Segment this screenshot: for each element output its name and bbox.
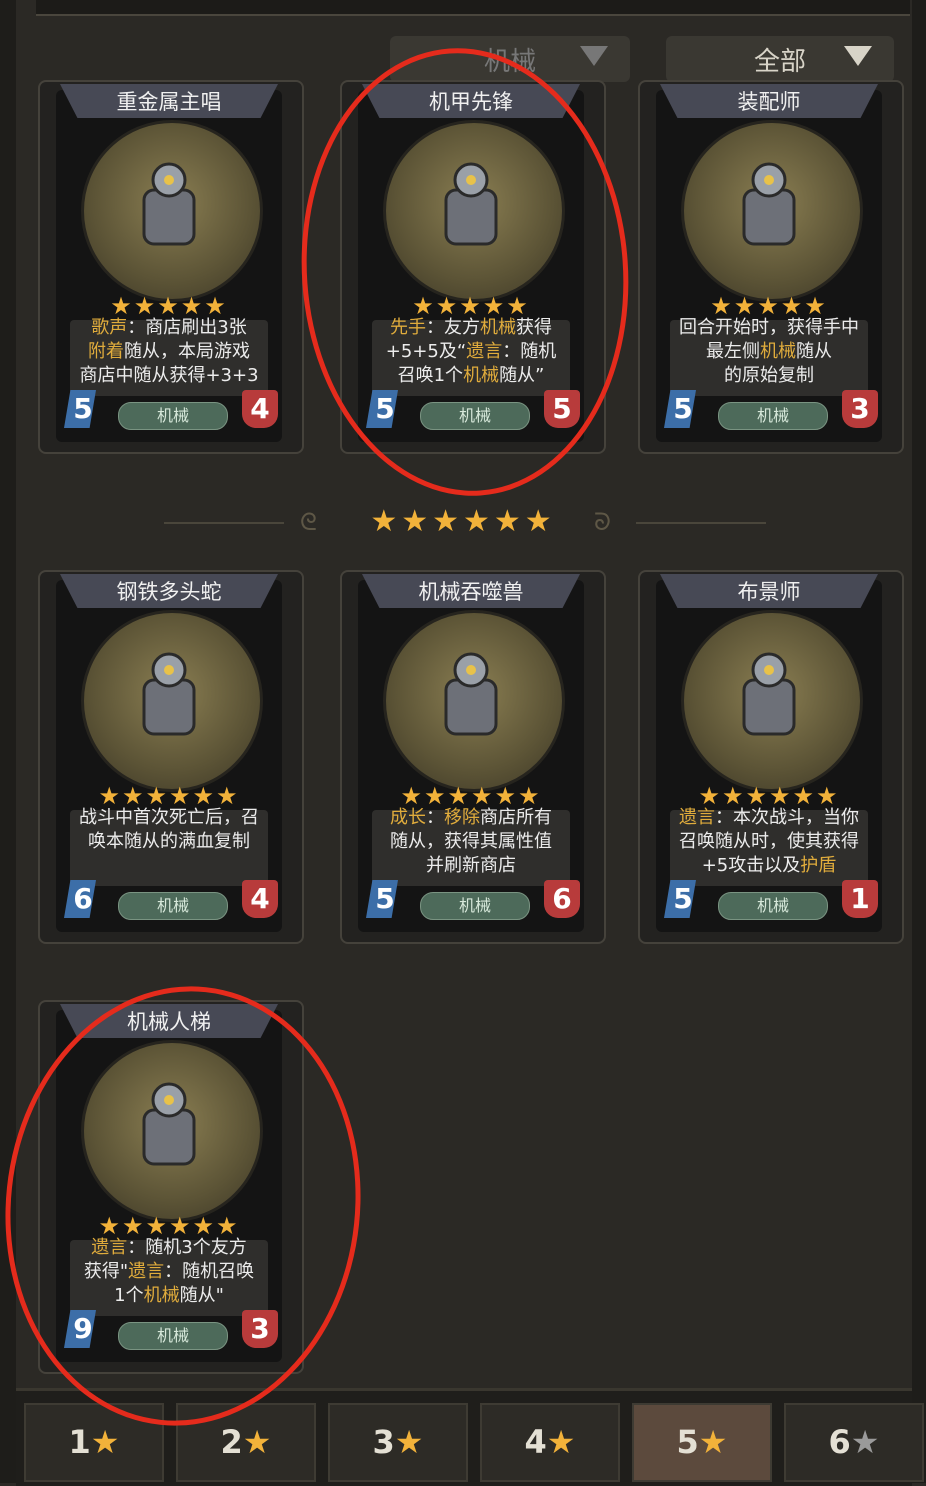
- keyword-text: 遗言: [679, 807, 715, 828]
- description-line: 商店中随从获得+3+3: [64, 364, 274, 388]
- divider-ornament-right-icon: ᘐ: [594, 508, 611, 536]
- card-description: 歌声：商店刷出3张 附着随从，本局游戏 商店中随从获得+3+3: [64, 316, 274, 388]
- tribe-tag: 机械: [118, 892, 228, 920]
- description-line: 召唤随从时，使其获得: [664, 830, 874, 854]
- attack-value: 5: [375, 882, 395, 915]
- description-text: ：: [426, 807, 444, 828]
- tier-tab-5[interactable]: 5★: [632, 1403, 772, 1482]
- scope-filter-label: 全部: [753, 46, 806, 77]
- top-strip: [36, 0, 910, 16]
- card-description: 遗言：本次战斗，当你 召唤随从时，使其获得 +5攻击以及护盾: [664, 806, 874, 878]
- description-text: ：商店刷出3张: [127, 317, 247, 338]
- tier-divider: ᘓ ★★★★★★ ᘐ: [0, 504, 926, 540]
- card-name: 钢铁多头蛇: [116, 580, 222, 604]
- keyword-text: 附着: [88, 341, 124, 362]
- description-text: 随从，本局游戏: [124, 341, 250, 362]
- star-icon: ★: [546, 1423, 576, 1461]
- minion-card[interactable]: 机械吞噬兽 ★★★★★★ 成长：移除商店所有 随从，获得其属性值 并刷新商店 5 6 机械: [340, 570, 606, 950]
- health-value: 1: [850, 882, 870, 915]
- card-name: 布景师: [737, 580, 801, 604]
- minion-card[interactable]: 重金属主唱 ★★★★★ 歌声：商店刷出3张 附着随从，本局游戏 商店中随从获得+3+3 5…: [38, 80, 304, 460]
- attack-value: 5: [673, 392, 693, 425]
- description-line: 回合开始时，获得手中: [664, 316, 874, 340]
- star-icon: ★: [242, 1423, 272, 1461]
- description-text: +5攻击以及: [701, 855, 801, 876]
- tier-tab-4[interactable]: 4★: [480, 1403, 620, 1482]
- description-line: 最左侧机械随从: [664, 340, 874, 364]
- description-line: +5攻击以及护盾: [664, 854, 874, 878]
- description-text: ：本次战斗，当你: [715, 807, 859, 828]
- keyword-text: 移除: [444, 807, 480, 828]
- tribe-tag: 机械: [718, 402, 828, 430]
- health-value: 3: [850, 392, 870, 425]
- description-line: 附着随从，本局游戏: [64, 340, 274, 364]
- tier-tab-number: 5: [676, 1423, 699, 1461]
- description-line: 战斗中首次死亡后，召: [64, 806, 274, 830]
- tier-tab-number: 1: [68, 1423, 91, 1461]
- filter-funnel-icon: [580, 46, 608, 66]
- right-frame: [912, 0, 926, 1483]
- description-line: 遗言：本次战斗，当你: [664, 806, 874, 830]
- card-description: 战斗中首次死亡后，召 唤本随从的满血复制: [64, 806, 274, 854]
- tier-tab-number: 2: [220, 1423, 243, 1461]
- minion-art-icon: [742, 652, 796, 736]
- health-value: 4: [250, 392, 270, 425]
- minion-card[interactable]: 布景师 ★★★★★★ 遗言：本次战斗，当你 召唤随从时，使其获得 +5攻击以及护盾 5 1 机…: [638, 570, 904, 950]
- star-icon: ★: [698, 1423, 728, 1461]
- attack-value: 5: [73, 392, 93, 425]
- card-description: 成长：移除商店所有 随从，获得其属性值 并刷新商店: [366, 806, 576, 878]
- description-text: 商店中随从获得+3+3: [79, 365, 259, 386]
- minion-art-icon: [142, 652, 196, 736]
- description-line: 成长：移除商店所有: [366, 806, 576, 830]
- description-text: 并刷新商店: [426, 855, 516, 876]
- minion-card[interactable]: 钢铁多头蛇 ★★★★★★ 战斗中首次死亡后，召 唤本随从的满血复制 6 4 机械: [38, 570, 304, 950]
- scope-filter-dropdown[interactable]: 全部: [666, 36, 894, 82]
- card-name: 装配师: [737, 90, 801, 114]
- description-line: 并刷新商店: [366, 854, 576, 878]
- description-text: 商店所有: [480, 807, 552, 828]
- description-text: 召唤随从时，使其获得: [679, 831, 859, 852]
- description-line: 的原始复制: [664, 364, 874, 388]
- card-name: 重金属主唱: [116, 90, 222, 114]
- star-icon: ★: [850, 1423, 880, 1461]
- description-text: 随从，获得其属性值: [390, 831, 552, 852]
- tribe-tag: 机械: [420, 892, 530, 920]
- attack-value: 5: [673, 882, 693, 915]
- divider-line-right: [636, 522, 766, 524]
- tribe-tag: 机械: [718, 892, 828, 920]
- description-text: 回合开始时，获得手中: [679, 317, 859, 338]
- description-line: 歌声：商店刷出3张: [64, 316, 274, 340]
- keyword-text: 护盾: [800, 855, 837, 876]
- description-text: 最左侧: [706, 341, 760, 362]
- minion-art-icon: [444, 652, 498, 736]
- minion-art-icon: [142, 162, 196, 246]
- description-text: 的原始复制: [724, 365, 814, 386]
- tier-tab-3[interactable]: 3★: [328, 1403, 468, 1482]
- divider-stars: ★★★★★★: [370, 504, 556, 539]
- tier-tab-number: 3: [372, 1423, 395, 1461]
- health-value: 4: [250, 882, 270, 915]
- health-value: 6: [552, 882, 572, 915]
- card-description: 回合开始时，获得手中 最左侧机械随从 的原始复制: [664, 316, 874, 388]
- description-line: 随从，获得其属性值: [366, 830, 576, 854]
- description-text: 唤本随从的满血复制: [88, 831, 250, 852]
- minion-card[interactable]: 装配师 ★★★★★ 回合开始时，获得手中 最左侧机械随从 的原始复制 5 3 机械: [638, 80, 904, 460]
- keyword-text: 成长: [390, 807, 426, 828]
- minion-art-icon: [742, 162, 796, 246]
- card-name: 机械吞噬兽: [418, 580, 524, 604]
- filter-funnel-icon: [844, 46, 872, 66]
- tier-tab-number: 4: [524, 1423, 547, 1461]
- keyword-text: 机械: [760, 341, 796, 362]
- description-text: 战斗中首次死亡后，召: [79, 807, 259, 828]
- star-icon: ★: [90, 1423, 120, 1461]
- description-line: 唤本随从的满血复制: [64, 830, 274, 854]
- keyword-text: 歌声: [91, 317, 128, 338]
- description-text: 随从: [796, 341, 832, 362]
- tier-tab-number: 6: [828, 1423, 851, 1461]
- attack-value: 6: [73, 882, 93, 915]
- star-icon: ★: [394, 1423, 424, 1461]
- tribe-tag: 机械: [118, 402, 228, 430]
- tier-tab-6[interactable]: 6★: [784, 1403, 924, 1482]
